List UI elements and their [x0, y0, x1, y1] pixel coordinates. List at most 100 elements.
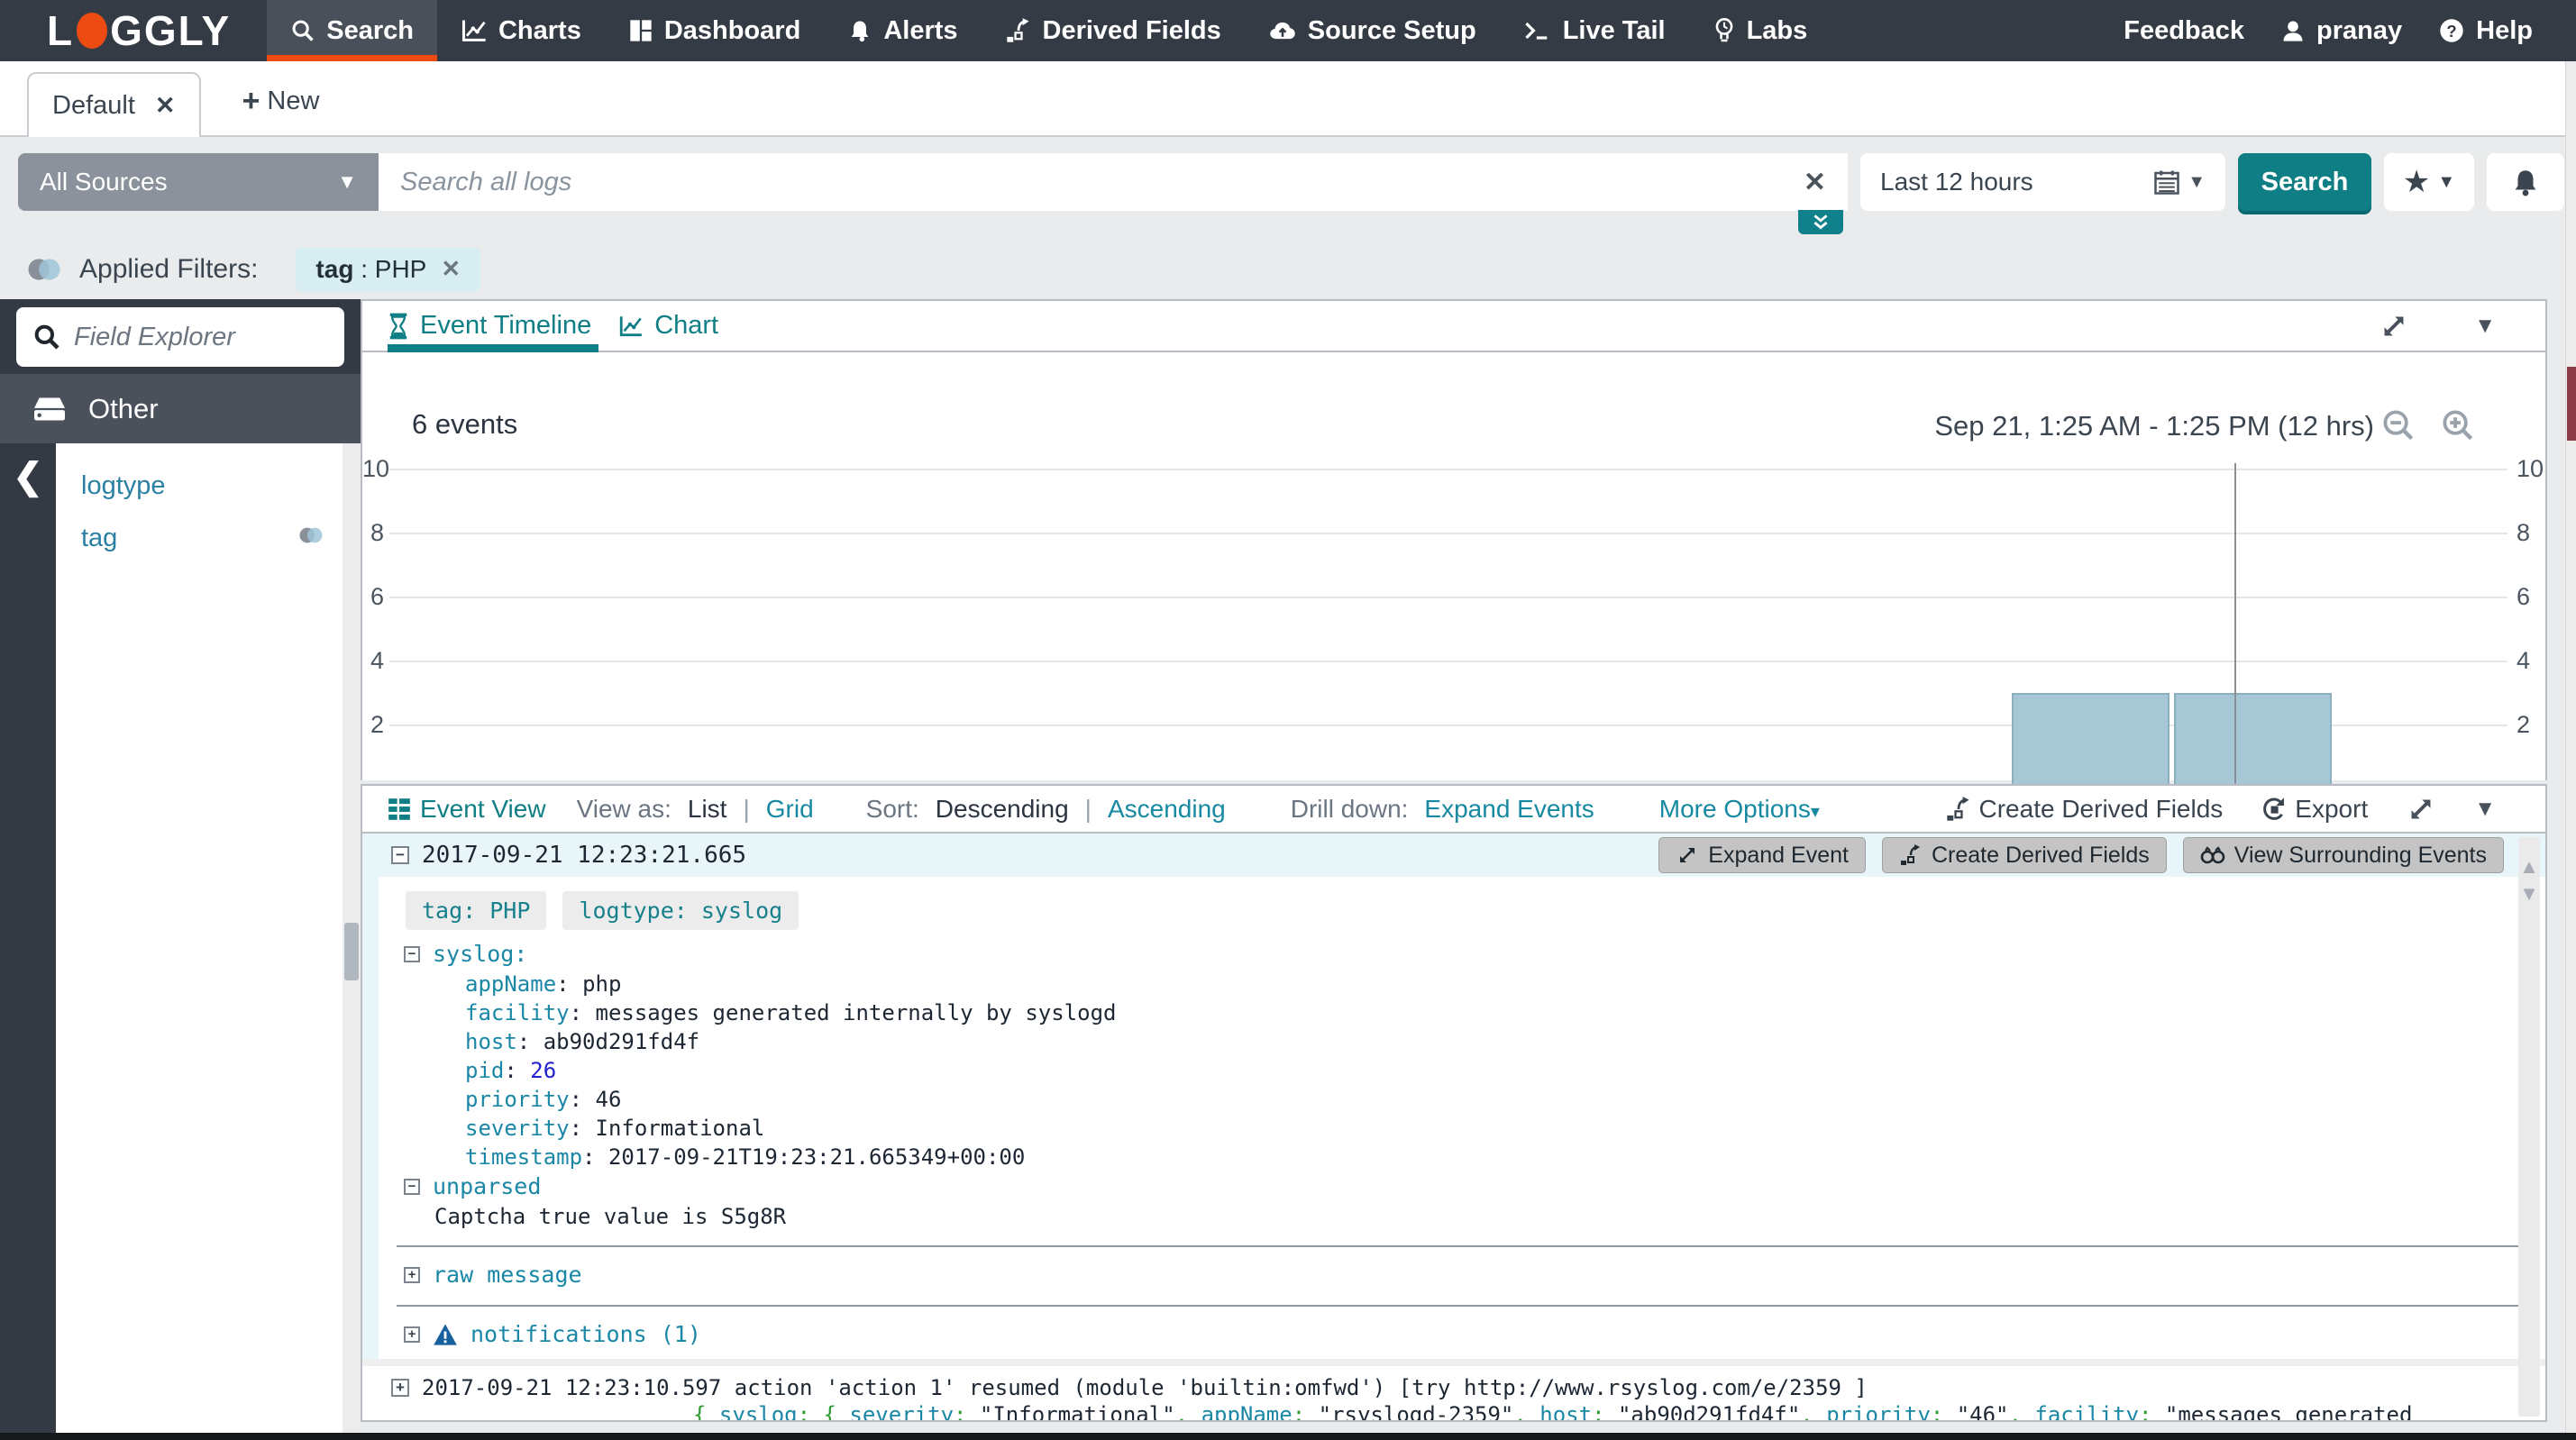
collapse-sidebar-chevron-icon[interactable]: ❮	[0, 456, 56, 497]
button-label: Create Derived Fields	[1978, 794, 2224, 823]
sidebar-field-tag[interactable]: tag	[56, 512, 361, 564]
sidebar-field-logtype[interactable]: logtype	[56, 460, 361, 512]
gridline-8	[389, 533, 2507, 534]
loggly-logo[interactable]: L GGLY	[0, 0, 267, 61]
expand-events-link[interactable]: Expand Events	[1424, 795, 1594, 824]
event-timestamp: 2017-09-21 12:23:21.665	[422, 842, 747, 869]
create-derived-fields-event-button[interactable]: Create Derived Fields	[1881, 837, 2167, 873]
search-button[interactable]: Search	[2238, 153, 2371, 211]
event-row-collapsed[interactable]: + 2017-09-21 12:23:10.597 action 'action…	[362, 1366, 2545, 1422]
more-options-link[interactable]: More Options▾	[1659, 795, 1820, 824]
button-label: View Surrounding Events	[2233, 842, 2487, 868]
sort-descending-option[interactable]: Descending	[936, 795, 1069, 824]
expand-panel-icon[interactable]	[2406, 794, 2436, 825]
notifications-label[interactable]: notifications (1)	[470, 1319, 701, 1350]
alerts-bell-button[interactable]	[2487, 153, 2564, 211]
workspace-tabstrip: Default ✕ + New	[0, 61, 2576, 137]
filter-chip-tag-php[interactable]: tag : PHP ✕	[296, 246, 481, 292]
event-timeline-panel: Event Timeline Chart ▼ 6 events Sep 21, …	[361, 299, 2547, 834]
nav-right: Feedback pranay ? Help	[2106, 0, 2576, 61]
venn-icon	[297, 524, 324, 546]
chip-tag-php[interactable]: tag: PHP	[406, 891, 547, 930]
view-as-list-option[interactable]: List	[688, 795, 727, 824]
nav-item-charts[interactable]: Charts	[437, 0, 605, 61]
histogram-bar-1[interactable]	[2012, 692, 2170, 788]
binoculars-icon	[2200, 844, 2225, 866]
nav-item-user[interactable]: pranay	[2262, 0, 2420, 61]
plus-icon: +	[242, 84, 260, 118]
create-derived-fields-button[interactable]: Create Derived Fields	[1945, 794, 2224, 824]
collapse-event-icon[interactable]: −	[391, 846, 409, 864]
sidebar-group-other[interactable]: Other	[0, 374, 361, 443]
nav-item-alerts[interactable]: Alerts	[824, 0, 981, 61]
sort-ascending-option[interactable]: Ascending	[1108, 795, 1226, 824]
nav-item-dashboard[interactable]: Dashboard	[605, 0, 824, 61]
tab-chart[interactable]: Chart	[618, 301, 726, 351]
collapse-section-icon[interactable]: −	[404, 1179, 420, 1195]
close-icon[interactable]: ✕	[155, 92, 176, 120]
nav-label: Live Tail	[1562, 15, 1666, 45]
clear-search-icon[interactable]: ✕	[1804, 167, 1826, 198]
histogram-plot[interactable]	[389, 463, 2507, 788]
sidebar-scrollbar[interactable]	[343, 443, 361, 1433]
question-icon: ?	[2438, 17, 2465, 44]
top-nav: L GGLY Search Charts Dashboard Alerts Der…	[0, 0, 2576, 61]
field-explorer-search-input[interactable]: Field Explorer	[16, 307, 344, 367]
tab-event-timeline[interactable]: Event Timeline	[388, 301, 599, 352]
event-json-line: { syslog: { severity: "Informational", a…	[693, 1402, 2413, 1422]
search-expand-chevrons-button[interactable]	[1798, 210, 1843, 234]
expand-panel-icon[interactable]	[2379, 311, 2409, 342]
loggly-app: L GGLY Search Charts Dashboard Alerts Der…	[0, 0, 2576, 1440]
nav-item-feedback[interactable]: Feedback	[2106, 0, 2262, 61]
page-scrollbar-thumb[interactable]	[2567, 367, 2576, 441]
view-surrounding-events-button[interactable]: View Surrounding Events	[2182, 837, 2504, 873]
zoom-in-icon[interactable]	[2441, 408, 2475, 442]
y-axis-label-yr: 10	[2517, 455, 2544, 482]
timeline-header-icons: ▼	[2379, 301, 2496, 351]
syslog-section-header: − syslog:	[391, 939, 2545, 970]
collapse-panel-chevron-icon[interactable]: ▼	[2474, 797, 2496, 822]
terminal-icon	[1523, 19, 1552, 42]
source-selector[interactable]: All Sources ▼	[18, 153, 379, 211]
scroll-down-icon[interactable]: ▼	[2518, 880, 2540, 907]
nav-item-live-tail[interactable]: Live Tail	[1500, 0, 1689, 61]
expand-event-button[interactable]: Expand Event	[1658, 837, 1866, 873]
event-view-panel: Event View View as: List | Grid Sort: De…	[361, 784, 2547, 1422]
nav-item-derived-fields[interactable]: Derived Fields	[982, 0, 1245, 61]
filter-chip-text: tag : PHP	[315, 254, 427, 283]
y-axis-label-yl: 4	[370, 647, 384, 674]
raw-message-label[interactable]: raw message	[433, 1260, 582, 1290]
tab-default[interactable]: Default ✕	[27, 72, 201, 137]
expand-event-icon[interactable]: +	[391, 1379, 409, 1397]
nav-label: Labs	[1746, 15, 1808, 45]
time-range-picker[interactable]: Last 12 hours ▼	[1860, 153, 2225, 211]
sidebar-scrollbar-thumb[interactable]	[344, 923, 359, 980]
event-list-scrollbar[interactable]: ▲ ▼	[2518, 837, 2540, 1417]
event-row-header[interactable]: − 2017-09-21 12:23:21.665 Expand Event C…	[362, 834, 2545, 877]
view-as-grid-option[interactable]: Grid	[766, 795, 814, 824]
nav-item-search[interactable]: Search	[267, 0, 437, 61]
scroll-up-icon[interactable]: ▲	[2518, 853, 2540, 880]
new-tab-button[interactable]: + New	[242, 84, 320, 119]
export-button[interactable]: Export	[2261, 795, 2368, 824]
nav-item-labs[interactable]: Labs	[1689, 0, 1832, 61]
search-input[interactable]: Search all logs ✕	[379, 153, 1848, 211]
tab-label: Chart	[654, 311, 719, 340]
remove-filter-icon[interactable]: ✕	[441, 255, 461, 283]
expand-section-icon[interactable]: +	[404, 1267, 420, 1283]
nav-item-help[interactable]: ? Help	[2420, 0, 2551, 61]
collapse-panel-chevron-icon[interactable]: ▼	[2474, 314, 2496, 339]
page-scrollbar[interactable]	[2565, 61, 2576, 1433]
collapse-section-icon[interactable]: −	[404, 946, 420, 962]
nav-item-source-setup[interactable]: Source Setup	[1245, 0, 1500, 61]
histogram-bar-2[interactable]	[2173, 692, 2332, 788]
syslog-field-priority: priority: 46	[465, 1087, 622, 1112]
search-bar: All Sources ▼ Search all logs ✕ Last 12 …	[18, 153, 2564, 211]
nav-label: Alerts	[883, 15, 958, 45]
lightbulb-icon	[1713, 17, 1736, 44]
zoom-out-icon[interactable]	[2381, 408, 2416, 442]
syslog-fields: appName: php facility: messages generated…	[391, 970, 2545, 1171]
chip-logtype-syslog[interactable]: logtype: syslog	[562, 891, 799, 930]
expand-section-icon[interactable]: +	[404, 1326, 420, 1343]
saved-searches-button[interactable]: ★ ▼	[2384, 153, 2474, 211]
